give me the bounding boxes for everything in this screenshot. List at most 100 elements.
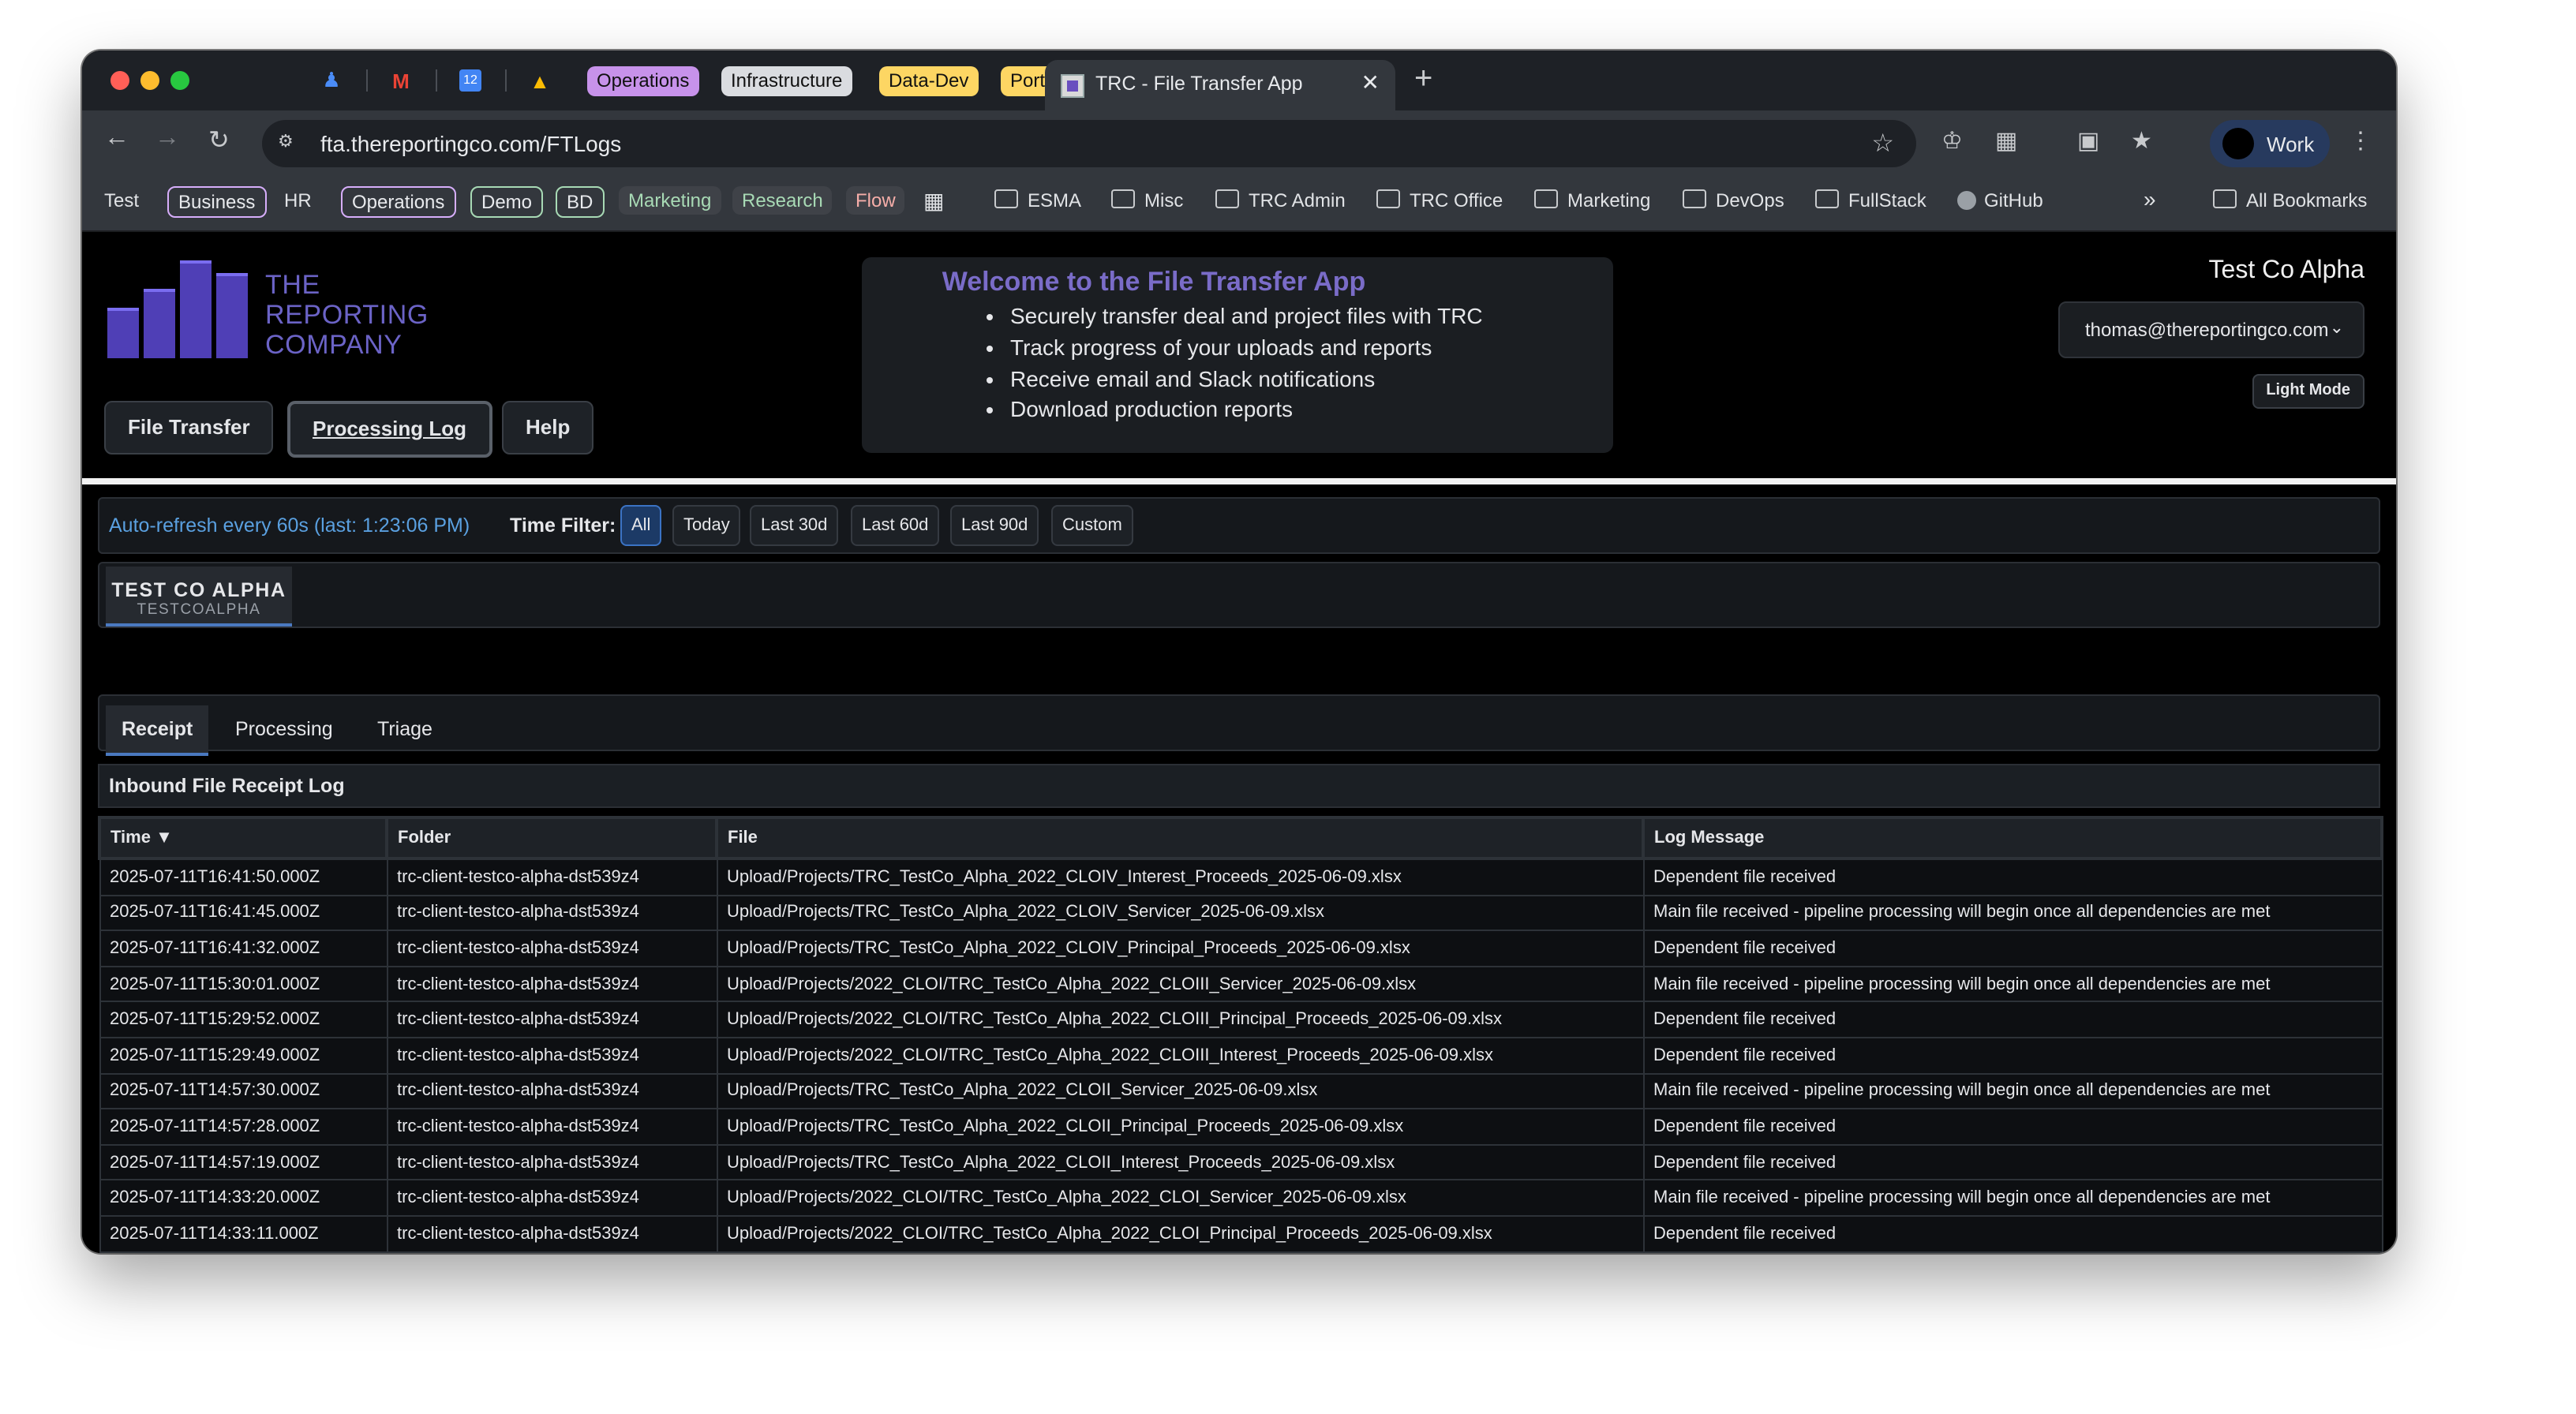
forward-arrow-icon[interactable]: → bbox=[155, 125, 180, 153]
file-cell: Upload/Projects/2022_CLOI/TRC_TestCo_Alp… bbox=[716, 965, 1644, 1003]
maximize-window-button[interactable] bbox=[170, 71, 189, 90]
time-filter-today[interactable]: Today bbox=[672, 505, 741, 546]
welcome-panel: Welcome to the File Transfer App Securel… bbox=[862, 257, 1613, 453]
time-filter-last-60d[interactable]: Last 60d bbox=[851, 505, 940, 546]
time-filter-last-30d[interactable]: Last 30d bbox=[750, 505, 839, 546]
chevron-down-icon: ⌄ bbox=[2329, 319, 2344, 338]
table-row[interactable]: 2025-07-11T14:33:11.000Z trc-client-testc… bbox=[99, 1214, 2383, 1253]
table-row[interactable]: 2025-07-11T16:41:32.000Z trc-client-testc… bbox=[99, 930, 2383, 967]
time-filter-custom[interactable]: Custom bbox=[1051, 505, 1133, 546]
light-mode-button[interactable]: Light Mode bbox=[2252, 374, 2364, 409]
autorefresh-status: Auto-refresh every 60s (last: 1:23:06 PM… bbox=[109, 514, 470, 537]
time-cell: 2025-07-11T15:30:01.000Z bbox=[99, 965, 388, 1003]
folder-icon bbox=[1215, 189, 1239, 208]
tab-file-transfer-app[interactable]: TRC - File Transfer App ✕ bbox=[1045, 60, 1395, 110]
folder-cell: trc-client-testco-alpha-dst539z4 bbox=[386, 1108, 717, 1146]
table-row[interactable]: 2025-07-11T16:41:45.000Z trc-client-testc… bbox=[99, 894, 2383, 932]
time-cell: 2025-07-11T14:57:28.000Z bbox=[99, 1108, 388, 1146]
file-cell: Upload/Projects/TRC_TestCo_Alpha_2022_CL… bbox=[716, 857, 1644, 896]
bookmark-research[interactable]: Research bbox=[732, 186, 833, 215]
bookmark-folder-esma[interactable]: ESMA bbox=[994, 189, 1081, 211]
table-row[interactable]: 2025-07-11T14:57:30.000Z trc-client-testc… bbox=[99, 1072, 2383, 1110]
site-settings-icon[interactable]: ⚙ bbox=[278, 131, 303, 156]
extensions-puzzle-icon[interactable]: ▦ bbox=[1995, 126, 2017, 155]
log-message-cell: Dependent file received bbox=[1642, 857, 2383, 896]
time-filter-all[interactable]: All bbox=[620, 505, 662, 546]
address-bar[interactable]: ⚙ fta.thereportingco.com/FTLogs ☆ bbox=[262, 120, 1916, 167]
pinned-tab-calendar-icon[interactable]: 12 bbox=[455, 65, 486, 96]
bookmark-folder-trc-admin[interactable]: TRC Admin bbox=[1215, 189, 1346, 211]
profile-name: Work bbox=[2267, 133, 2315, 156]
bookmark-folder-marketing[interactable]: Marketing bbox=[1534, 189, 1650, 211]
close-window-button[interactable] bbox=[110, 71, 129, 90]
apps-grid-icon[interactable]: ▦ bbox=[923, 188, 944, 215]
folder-cell: trc-client-testco-alpha-dst539z4 bbox=[386, 1001, 717, 1038]
bookmark-operations[interactable]: Operations bbox=[341, 186, 456, 218]
time-filter-last-90d[interactable]: Last 90d bbox=[950, 505, 1039, 546]
bookmark-bd[interactable]: BD bbox=[556, 186, 605, 218]
table-row[interactable]: 2025-07-11T14:33:09.000Ztrc-client-testc… bbox=[99, 1251, 2383, 1253]
pinned-tab-people-icon[interactable]: ♟ bbox=[316, 65, 347, 96]
table-row[interactable]: 2025-07-11T16:41:50.000Z trc-client-testc… bbox=[99, 857, 2383, 896]
tab-group-data-dev[interactable]: Data-Dev bbox=[879, 66, 979, 96]
client-name: TEST CO ALPHA bbox=[111, 579, 286, 601]
tab-group-operations[interactable]: Operations bbox=[587, 66, 699, 96]
profile-button[interactable]: Work bbox=[2210, 120, 2330, 167]
kebab-menu-icon[interactable]: ⋮ bbox=[2349, 126, 2372, 155]
bookmark-star-icon[interactable]: ☆ bbox=[1871, 128, 1894, 159]
close-tab-icon[interactable]: ✕ bbox=[1361, 69, 1380, 96]
pinned-tab-gmail-icon[interactable]: M bbox=[385, 65, 417, 96]
help-button[interactable]: Help bbox=[502, 401, 594, 454]
file-transfer-button[interactable]: File Transfer bbox=[104, 401, 274, 454]
new-tab-icon[interactable]: + bbox=[1414, 62, 1432, 98]
tab-triage[interactable]: Triage bbox=[361, 705, 448, 753]
folder-cell: trc-client-testco-alpha-dst539z4 bbox=[386, 930, 717, 967]
minimize-window-button[interactable] bbox=[140, 71, 159, 90]
back-arrow-icon[interactable]: ← bbox=[104, 125, 129, 153]
bookmark-business[interactable]: Business bbox=[167, 186, 267, 218]
more-bookmarks-chevron-icon[interactable]: » bbox=[2144, 186, 2156, 211]
column-header-folder[interactable]: Folder bbox=[385, 816, 718, 860]
column-header-time[interactable]: Time ▼ bbox=[98, 816, 388, 860]
table-row[interactable]: 2025-07-11T14:57:28.000Z trc-client-testc… bbox=[99, 1108, 2383, 1146]
bookmark-test[interactable]: Test bbox=[104, 189, 139, 211]
folder-cell: trc-client-testco-alpha-dst539z4 bbox=[386, 1143, 717, 1181]
tab-group-infrastructure[interactable]: Infrastructure bbox=[721, 66, 852, 96]
bookmark-hr[interactable]: HR bbox=[284, 189, 312, 211]
folder-cell: trc-client-testco-alpha-dst539z4 bbox=[386, 1036, 717, 1075]
bookmark-marketing[interactable]: Marketing bbox=[619, 186, 721, 215]
column-header-log-message[interactable]: Log Message bbox=[1642, 816, 2383, 860]
account-email-select[interactable]: thomas@thereportingco.com ⌄ bbox=[2058, 301, 2364, 358]
bookmark-folder-label: FullStack bbox=[1848, 189, 1926, 211]
logo-line-1: THE bbox=[265, 270, 320, 300]
bookmark-folder-label: DevOps bbox=[1716, 189, 1784, 211]
table-row[interactable]: 2025-07-11T14:33:20.000Z trc-client-testc… bbox=[99, 1179, 2383, 1217]
tab-receipt[interactable]: Receipt bbox=[106, 705, 209, 756]
page-content: THE REPORTING COMPANY File Transfer Proc… bbox=[82, 232, 2396, 1253]
trc-favicon-icon bbox=[1061, 74, 1084, 98]
bookmark-folder-trc-office[interactable]: TRC Office bbox=[1376, 189, 1503, 211]
table-row[interactable]: 2025-07-11T15:29:49.000Z trc-client-testc… bbox=[99, 1036, 2383, 1075]
reload-icon[interactable]: ↻ bbox=[208, 125, 230, 156]
bookmark-folder-devops[interactable]: DevOps bbox=[1683, 189, 1784, 211]
bookmark-demo[interactable]: Demo bbox=[470, 186, 544, 218]
logo-line-3: COMPANY bbox=[265, 330, 402, 360]
bookmark-github[interactable]: GitHub bbox=[1957, 189, 2043, 211]
table-row[interactable]: 2025-07-11T14:57:19.000Z trc-client-testc… bbox=[99, 1143, 2383, 1181]
cast-icon[interactable]: ▣ bbox=[2077, 126, 2099, 155]
table-row[interactable]: 2025-07-11T15:29:52.000Z trc-client-testc… bbox=[99, 1001, 2383, 1038]
tab-processing[interactable]: Processing bbox=[219, 705, 349, 753]
processing-log-button[interactable]: Processing Log bbox=[287, 401, 492, 458]
column-header-file[interactable]: File bbox=[715, 816, 1645, 860]
pinned-tab-drive-icon[interactable]: ▲ bbox=[524, 65, 556, 96]
all-bookmarks-folder[interactable]: All Bookmarks bbox=[2213, 189, 2367, 211]
bookmark-folder-misc[interactable]: Misc bbox=[1111, 189, 1183, 211]
time-cell: 2025-07-11T14:57:30.000Z bbox=[99, 1072, 388, 1110]
extension-icon[interactable]: ♔ bbox=[1941, 126, 1963, 155]
table-row[interactable]: 2025-07-11T15:30:01.000Z trc-client-testc… bbox=[99, 965, 2383, 1003]
client-tab-test-co-alpha[interactable]: TEST CO ALPHA TESTCOALPHA bbox=[106, 567, 292, 627]
bookmark-flow[interactable]: Flow bbox=[846, 186, 905, 215]
bookmark-folder-fullstack[interactable]: FullStack bbox=[1815, 189, 1926, 211]
reading-list-icon[interactable]: ★ bbox=[2131, 126, 2152, 155]
url-text[interactable]: fta.thereportingco.com/FTLogs bbox=[320, 131, 621, 156]
